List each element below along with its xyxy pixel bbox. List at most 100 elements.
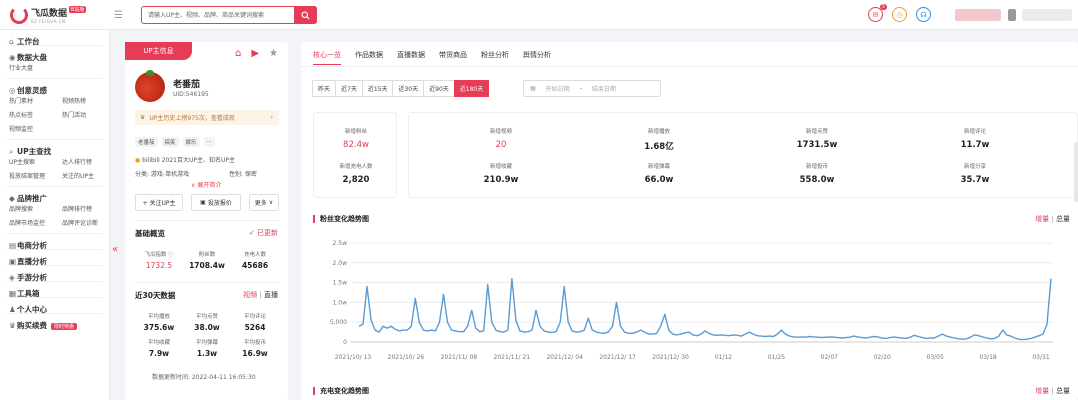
sidebar-item[interactable]: 热点标签 (9, 110, 62, 119)
sidebar-item[interactable]: 达人排行榜 (62, 157, 112, 166)
kpi-label: 新增视频 (489, 129, 512, 135)
toggle-video[interactable]: 视频 (243, 291, 257, 299)
toggle-total[interactable]: 总量 (1056, 215, 1070, 223)
sidebar-item[interactable]: 热门素材 (9, 96, 62, 105)
date-range-buttons: 昨天 近7天 近15天 近30天 近90天 近180天 (312, 80, 490, 97)
profile-tab[interactable]: UP主信息 (125, 42, 192, 60)
range-button[interactable]: 近15天 (361, 80, 394, 97)
sidebar-item[interactable]: 热门活动 (62, 110, 112, 119)
metric-label: 平均播放 (147, 314, 170, 320)
tab[interactable]: 带货商品 (439, 50, 467, 65)
updated-link[interactable]: ✓ 已更新 (249, 228, 278, 238)
sidebar-item[interactable]: 视频监控 (9, 124, 62, 133)
tab[interactable]: 舆情分析 (523, 50, 551, 65)
tab[interactable]: 粉丝分析 (481, 50, 509, 65)
date-end[interactable]: 结束日期 (592, 84, 616, 93)
toggle-increment[interactable]: 增量 (1035, 215, 1049, 223)
follow-up-button[interactable]: + 关注UP主 (135, 194, 183, 211)
range-button[interactable]: 近180天 (453, 80, 490, 97)
sidebar-group-label: 直播分析 (17, 257, 47, 266)
sidebar-item[interactable]: 视频热榜 (62, 96, 112, 105)
kpi-value: 1.68亿 (644, 142, 674, 152)
sidebar-group-title[interactable]: ◉数据大盘 (9, 46, 109, 62)
sidebar-group-title[interactable]: ♟个人中心 (9, 298, 109, 314)
tabs-divider (301, 66, 1078, 67)
expand-intro-link[interactable]: ∨ 展开简介 (191, 180, 221, 189)
sidebar-group-title[interactable]: ⌂ 工作台 (9, 30, 109, 46)
user-avatar[interactable] (955, 9, 1001, 21)
range-button[interactable]: 近7天 (335, 80, 363, 97)
help-icon[interactable]: ⓘ (168, 252, 174, 258)
award-icon: ● (135, 157, 141, 164)
sidebar-group-title[interactable]: ▦工具箱 (9, 282, 109, 298)
sidebar-group-title[interactable]: ⌕ UP主查找 (9, 140, 109, 156)
search-button[interactable] (294, 6, 317, 24)
clock-icon[interactable]: ◷ (892, 7, 907, 22)
tag[interactable]: ... (203, 137, 215, 147)
metric-value: 16.9w (242, 349, 268, 358)
scrollbar[interactable] (1074, 142, 1078, 202)
sidebar-group-title[interactable]: ▣直播分析 (9, 250, 109, 266)
logo[interactable]: 飞瓜数据 B站版 BZ.FEIGUA.CN (10, 6, 87, 24)
home-icon[interactable]: ⌂ (235, 48, 241, 59)
sidebar-group: ♛购买续费 限时特惠 (0, 314, 109, 330)
tag[interactable]: 娱乐 (182, 137, 200, 147)
updated-label: 已更新 (257, 229, 278, 237)
sidebar-group-title[interactable]: ♛购买续费 限时特惠 (9, 314, 109, 330)
range-button[interactable]: 昨天 (312, 80, 337, 97)
y-tick-label: 1.5w (333, 280, 348, 287)
kpi-label: 新增点赞 (805, 129, 828, 135)
user-name[interactable] (1022, 9, 1072, 21)
collapse-sidebar-icon[interactable]: « (112, 244, 118, 255)
star-icon[interactable]: ★ (269, 48, 278, 59)
sidebar-item[interactable]: 投放结案管理 (9, 171, 62, 180)
check-icon: ✓ (248, 229, 257, 237)
sidebar-group-title[interactable]: ▤电商分析 (9, 234, 109, 250)
metric-fans: 粉丝数 1708.4w (183, 250, 231, 270)
range-button[interactable]: 近90天 (423, 80, 455, 97)
tag[interactable]: 老番茄 (135, 137, 158, 147)
sidebar-item[interactable]: 关注的UP主 (62, 171, 112, 180)
sidebar-group-label: 创意灵感 (17, 86, 47, 95)
sidebar-group: ◆ 品牌推广 品牌搜索 品牌排行榜 品牌市场监控 品牌评论诊断 (0, 187, 109, 233)
sidebar-item[interactable]: 品牌评论诊断 (62, 218, 112, 227)
tab[interactable]: 作品数据 (355, 50, 383, 65)
metric-label: 平均弹幕 (195, 340, 218, 346)
headset-icon[interactable]: ☊ (916, 7, 931, 22)
message-count-badge: 5 (879, 4, 887, 10)
kpi-value: 1731.5w (796, 140, 838, 150)
chart-icon: ◉ (9, 53, 16, 62)
tab[interactable]: 核心一览 (313, 50, 341, 65)
tab[interactable]: 直播数据 (397, 50, 425, 65)
range-button[interactable]: 近30天 (392, 80, 425, 97)
logo-badge: B站版 (69, 6, 87, 13)
sidebar-item[interactable]: UP主搜索 (9, 157, 62, 166)
tag[interactable]: 搞笑 (161, 137, 179, 147)
sidebar-item[interactable]: 行业大盘 (9, 63, 62, 72)
date-range-picker[interactable]: ▦ 开始日期 - 结束日期 (523, 80, 661, 97)
sidebar-group-label: 数据大盘 (17, 53, 47, 62)
menu-icon[interactable]: ☰ (114, 10, 123, 21)
recent-30d-title: 近30天数据 (135, 291, 176, 300)
sidebar-group-label: 购买续费 (17, 321, 47, 330)
toggle-live[interactable]: 直播 (264, 291, 278, 299)
quote-label: 投放报价 (207, 200, 232, 207)
sidebar-group-title[interactable]: ◈ 手游分析 (9, 266, 109, 282)
honor-banner[interactable]: ♛ UP主历史上榜975次，查看成就 › (135, 110, 279, 125)
sidebar-item[interactable]: 品牌市场监控 (9, 218, 62, 227)
sidebar-group-title[interactable]: ◎创意灵感 (9, 79, 109, 95)
sidebar-item[interactable]: 品牌排行榜 (62, 204, 112, 213)
sidebar-group-title[interactable]: ◆ 品牌推广 (9, 187, 109, 203)
kpi-item: 新增视频 20 (461, 127, 541, 150)
toggle-increment[interactable]: 增量 (1035, 387, 1049, 395)
message-icon[interactable]: ✉ 5 (868, 4, 887, 22)
toggle-total[interactable]: 总量 (1056, 387, 1070, 395)
quote-button[interactable]: ▣ 投放报价 (191, 194, 241, 211)
sidebar-group: ▦工具箱 (0, 282, 109, 298)
more-button[interactable]: 更多 ∨ (249, 194, 279, 211)
sidebar-item[interactable]: 品牌搜索 (9, 204, 62, 213)
video-icon[interactable]: ▶ (251, 48, 259, 59)
sidebar-group-label: 工具箱 (17, 289, 40, 298)
search-input[interactable] (142, 7, 294, 23)
date-start[interactable]: 开始日期 (546, 84, 570, 93)
